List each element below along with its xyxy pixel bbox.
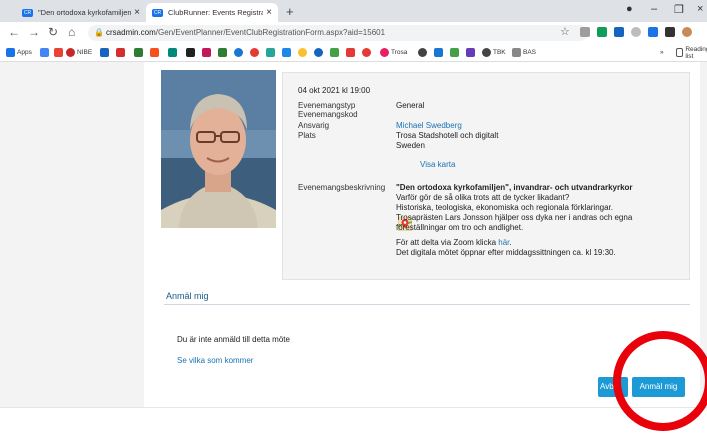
tbk-icon — [482, 48, 491, 57]
bookmark-icon[interactable] — [54, 48, 65, 57]
bookmark-icon[interactable] — [266, 48, 277, 57]
left-gutter — [0, 62, 144, 407]
bookmark-icon[interactable] — [282, 48, 293, 57]
home-icon[interactable]: ⌂ — [68, 25, 75, 39]
bookmark-icon[interactable] — [218, 48, 229, 57]
close-tab-icon[interactable]: × — [266, 7, 272, 18]
event-type-value: General — [396, 101, 425, 110]
place-line: Sweden — [396, 141, 425, 150]
profile-dot-icon[interactable]: ● — [626, 3, 633, 15]
right-gutter — [700, 62, 707, 407]
reading-list-icon — [676, 48, 684, 57]
reading-list[interactable]: Reading list — [676, 46, 707, 60]
description-title: "Den ortodoxa kyrkofamiljen", invandrar-… — [396, 183, 633, 192]
section-divider — [164, 304, 690, 305]
bookmark-bas[interactable]: BAS — [512, 48, 536, 57]
bookmark-icon[interactable] — [134, 48, 145, 57]
label-event-code: Evenemangskod — [298, 110, 358, 119]
description-line: Varför gör de så olika trots att de tyck… — [396, 193, 570, 202]
bookmark-nibe[interactable]: NIBE — [66, 48, 92, 57]
speaker-photo — [161, 70, 276, 228]
bookmark-icon[interactable] — [466, 48, 477, 57]
description-line: Trosaprästen Lars Jonsson hjälper oss dy… — [396, 213, 633, 222]
lock-icon: 🔒 — [94, 28, 104, 37]
browser-tab-strip: CR "Den ortodoxa kyrkofamiljen" | Tr × C… — [0, 0, 707, 22]
page-content: 04 okt 2021 kl 19:00 Evenemangstyp Gener… — [0, 62, 707, 442]
show-map-link[interactable]: Visa karta — [420, 160, 455, 169]
address-bar[interactable]: 🔒 crsadmin.com/Gen/EventPlanner/EventClu… — [88, 25, 588, 41]
url-host: crsadmin.com — [106, 28, 156, 37]
tab-title: ClubRunner: Events Registration — [168, 8, 264, 17]
bookmark-star-icon[interactable]: ☆ — [560, 25, 570, 38]
bookmark-icon[interactable] — [450, 48, 461, 57]
zoom-line: För att delta via Zoom klicka här. — [396, 238, 512, 247]
back-icon[interactable]: ← — [8, 25, 20, 39]
bookmarks-bar: Apps NIBE Trosa TBK BAS » Reading list — [0, 44, 707, 62]
bookmark-trosa[interactable]: Trosa — [380, 48, 407, 57]
registration-status: Du är inte anmäld till detta möte — [177, 335, 290, 344]
clubrunner-favicon-icon: CR — [152, 8, 163, 17]
trosa-icon — [380, 48, 389, 57]
bookmark-icon[interactable] — [168, 48, 179, 57]
extension-icon[interactable] — [631, 27, 641, 37]
label-responsible: Ansvarig — [298, 121, 330, 130]
bookmark-icon[interactable] — [116, 48, 127, 57]
bookmark-overflow-icon[interactable]: » — [660, 48, 664, 57]
tab-title: "Den ortodoxa kyrkofamiljen" | Tr — [38, 8, 132, 17]
bookmark-icon[interactable] — [202, 48, 213, 57]
bookmark-icon[interactable] — [346, 48, 357, 57]
new-tab-icon[interactable]: + — [286, 4, 294, 19]
bookmark-icon[interactable] — [330, 48, 341, 57]
event-datetime: 04 okt 2021 kl 19:00 — [298, 86, 371, 95]
label-event-type: Evenemangstyp — [298, 101, 356, 110]
label-place: Plats — [298, 131, 316, 140]
label-description: Evenemangsbeskrivning — [298, 183, 386, 192]
bookmark-icon[interactable] — [234, 48, 245, 57]
see-attendees-link[interactable]: Se vilka som kommer — [177, 356, 253, 365]
tab-active[interactable]: CR ClubRunner: Events Registration × — [146, 3, 278, 22]
bookmark-icon[interactable] — [40, 48, 51, 57]
bas-icon — [512, 48, 521, 57]
reload-icon[interactable]: ↻ — [48, 25, 58, 39]
bookmark-icon[interactable] — [298, 48, 309, 57]
apps-grid-icon — [6, 48, 15, 57]
cancel-button[interactable]: Avb — [598, 377, 628, 397]
avatar[interactable] — [682, 27, 692, 37]
bookmark-apps[interactable]: Apps — [6, 48, 32, 57]
bookmark-icon[interactable] — [434, 48, 445, 57]
bookmark-tbk[interactable]: TBK — [482, 48, 506, 57]
register-section-title: Anmäl mig — [166, 291, 209, 301]
description-line: Historiska, teologiska, ekonomiska och r… — [396, 203, 613, 212]
clubrunner-favicon-icon: CR — [22, 8, 33, 17]
bookmark-icon[interactable] — [314, 48, 325, 57]
close-tab-icon[interactable]: × — [134, 7, 140, 18]
extension-icon[interactable] — [614, 27, 624, 37]
bookmark-icon[interactable] — [100, 48, 111, 57]
register-button[interactable]: Anmäl mig — [632, 377, 685, 397]
bookmark-icon[interactable] — [186, 48, 197, 57]
window-close-icon[interactable]: × — [697, 3, 703, 15]
page-footer — [0, 407, 707, 442]
minimize-icon[interactable]: – — [651, 3, 657, 15]
place-line: Trosa Stadshotell och digitalt — [396, 131, 499, 140]
digital-note: Det digitala mötet öppnar efter middagss… — [396, 248, 616, 257]
bookmark-icon[interactable] — [362, 48, 373, 57]
tab-inactive[interactable]: CR "Den ortodoxa kyrkofamiljen" | Tr × — [16, 3, 146, 22]
extension-icon[interactable] — [580, 27, 590, 37]
bookmark-icon[interactable] — [418, 48, 429, 57]
extensions-puzzle-icon[interactable] — [665, 27, 675, 37]
responsible-link[interactable]: Michael Swedberg — [396, 121, 462, 130]
zoom-link[interactable]: här — [498, 238, 509, 247]
extension-icon[interactable] — [648, 27, 658, 37]
nibe-icon — [66, 48, 75, 57]
url-path: /Gen/EventPlanner/EventClubRegistrationF… — [155, 28, 386, 37]
description-line: föreställningar om tro och andlighet. — [396, 223, 524, 232]
bookmark-icon[interactable] — [250, 48, 261, 57]
forward-icon[interactable]: → — [28, 25, 40, 39]
extension-icon[interactable] — [597, 27, 607, 37]
bookmark-icon[interactable] — [150, 48, 161, 57]
maximize-icon[interactable]: ❐ — [674, 3, 684, 16]
